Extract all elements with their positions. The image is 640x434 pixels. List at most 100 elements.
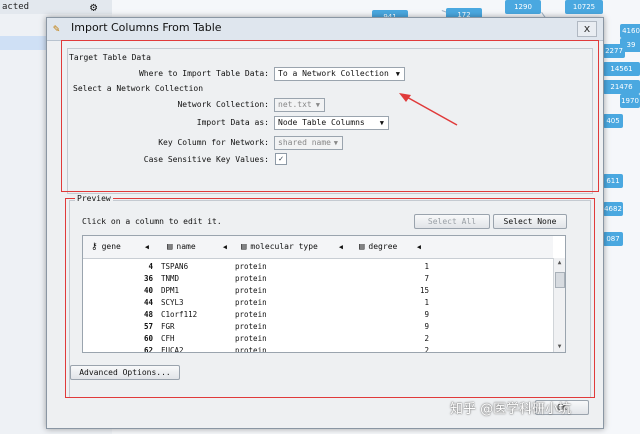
annotation-arrow <box>399 93 458 126</box>
network-collection-select[interactable]: net.txt ▼ <box>274 98 325 112</box>
network-collection-label: Network Collection: <box>177 100 269 109</box>
table-row: 48 C1orf112 protein 9 <box>83 309 553 321</box>
table-row: 62 FUCA2 protein 2 <box>83 345 553 353</box>
cell-gene: 40 <box>143 286 153 295</box>
gear-icon[interactable]: ⚙ <box>90 0 97 14</box>
app-icon: ✎ <box>53 22 60 35</box>
preview-label: Preview <box>75 194 113 203</box>
table-row: 36 TNMD protein 7 <box>83 273 553 285</box>
cell-name: FUCA2 <box>161 346 184 353</box>
cell-molecular-type: protein <box>235 262 267 271</box>
cell-degree: 9 <box>424 322 429 331</box>
cell-gene: 57 <box>143 322 153 331</box>
chevron-down-icon: ▼ <box>379 119 384 127</box>
network-node[interactable]: 611 <box>603 174 623 188</box>
network-node[interactable]: 405 <box>603 114 623 128</box>
cell-name: CFH <box>161 334 175 343</box>
import-as-label: Import Data as: <box>196 118 269 127</box>
scrollbar-thumb[interactable] <box>555 272 565 288</box>
network-node[interactable]: 1970 <box>620 94 640 108</box>
chevron-down-icon: ▼ <box>315 101 320 109</box>
where-select-value: To a Network Collection <box>278 69 389 78</box>
dialog-titlebar[interactable]: ✎ Import Columns From Table x <box>47 18 603 41</box>
table-row: 44 SCYL3 protein 1 <box>83 297 553 309</box>
network-node[interactable]: 087 <box>603 232 623 246</box>
network-node[interactable]: 10725 <box>565 0 603 14</box>
case-sensitive-label: Case Sensitive Key Values: <box>143 155 269 164</box>
key-column-value: shared name <box>278 138 331 147</box>
key-column-select[interactable]: shared name ▼ <box>274 136 343 150</box>
column-header-label: name <box>176 242 196 251</box>
scroll-up-icon[interactable]: ▲ <box>554 258 565 268</box>
key-column-label: Key Column for Network: <box>158 138 269 147</box>
advanced-options-button[interactable]: Advanced Options... <box>70 365 180 380</box>
sort-arrow-icon: ◀ <box>338 243 343 251</box>
cell-gene: 62 <box>143 346 153 353</box>
chevron-down-icon: ▼ <box>395 70 400 78</box>
network-node[interactable]: 1290 <box>505 0 541 14</box>
preview-table: ⚷ gene ◀ ▤ name ◀ ▤ molecular type ◀ ▤ degree ◀ … <box>82 235 566 353</box>
cell-gene: 48 <box>143 310 153 319</box>
cell-name: C1orf112 <box>161 310 198 319</box>
cell-gene: 60 <box>143 334 153 343</box>
column-header-molecular-type[interactable]: ▤ molecular type ◀ <box>241 236 347 258</box>
network-node[interactable]: 2277 <box>603 44 625 58</box>
table-row: 57 FGR protein 9 <box>83 321 553 333</box>
cell-degree: 1 <box>424 298 429 307</box>
table-scrollbar[interactable]: ▲ ▼ <box>553 258 565 352</box>
network-collection-value: net.txt <box>278 100 312 109</box>
network-node[interactable]: 4160 <box>620 24 640 38</box>
table-row: 60 CFH protein 2 <box>83 333 553 345</box>
sort-arrow-icon: ◀ <box>144 243 149 251</box>
cell-molecular-type: protein <box>235 274 267 283</box>
select-none-button[interactable]: Select None <box>493 214 567 229</box>
select-all-button[interactable]: Select All <box>414 214 490 229</box>
cell-molecular-type: protein <box>235 334 267 343</box>
cell-gene: 36 <box>143 274 153 283</box>
network-node[interactable]: 21476 <box>603 80 640 94</box>
cell-name: TSPAN6 <box>161 262 189 271</box>
network-node[interactable]: 4682 <box>603 202 623 216</box>
cell-molecular-type: protein <box>235 286 267 295</box>
doc-icon: ▤ <box>359 242 365 252</box>
import-as-select[interactable]: Node Table Columns ▼ <box>274 116 389 130</box>
cell-name: DPM1 <box>161 286 180 295</box>
cell-name: TNMD <box>161 274 180 283</box>
cell-degree: 2 <box>424 346 429 353</box>
dialog-title: Import Columns From Table <box>71 21 222 34</box>
watermark: 知乎 @医学科研小坑 <box>450 402 572 417</box>
cell-degree: 2 <box>424 334 429 343</box>
cell-degree: 7 <box>424 274 429 283</box>
table-row: 40 DPM1 protein 15 <box>83 285 553 297</box>
cell-molecular-type: protein <box>235 346 267 353</box>
import-as-value: Node Table Columns <box>278 118 365 127</box>
chevron-down-icon: ▼ <box>333 139 338 147</box>
cell-degree: 1 <box>424 262 429 271</box>
column-header-label: molecular type <box>250 242 318 251</box>
column-header-label: gene <box>101 242 121 251</box>
doc-icon: ▤ <box>241 242 247 252</box>
table-row: 4 TSPAN6 protein 1 <box>83 261 553 273</box>
scroll-down-icon[interactable]: ▼ <box>554 342 565 352</box>
target-section-label: Target Table Data <box>69 53 151 62</box>
where-select[interactable]: To a Network Collection ▼ <box>274 67 405 81</box>
cell-molecular-type: protein <box>235 310 267 319</box>
import-columns-dialog: ✎ Import Columns From Table x Target Tab… <box>46 17 604 429</box>
case-sensitive-checkbox[interactable]: ✓ <box>275 153 287 165</box>
cell-name: FGR <box>161 322 175 331</box>
network-node[interactable]: 14561 <box>603 62 640 76</box>
where-label: Where to Import Table Data: <box>138 69 269 78</box>
column-header-name[interactable]: ▤ name ◀ <box>167 236 231 258</box>
close-button[interactable]: x <box>577 21 597 37</box>
cell-degree: 9 <box>424 310 429 319</box>
column-header-gene[interactable]: ⚷ gene ◀ <box>91 236 153 258</box>
cell-degree: 15 <box>419 286 429 295</box>
key-icon: ⚷ <box>91 242 98 252</box>
cell-gene: 4 <box>148 262 153 271</box>
cell-molecular-type: protein <box>235 322 267 331</box>
column-header-degree[interactable]: ▤ degree ◀ <box>359 236 425 258</box>
cell-name: SCYL3 <box>161 298 184 307</box>
select-network-label: Select a Network Collection <box>73 84 204 93</box>
table-header: ⚷ gene ◀ ▤ name ◀ ▤ molecular type ◀ ▤ degree ◀ <box>83 236 553 259</box>
sort-arrow-icon: ◀ <box>416 243 421 251</box>
